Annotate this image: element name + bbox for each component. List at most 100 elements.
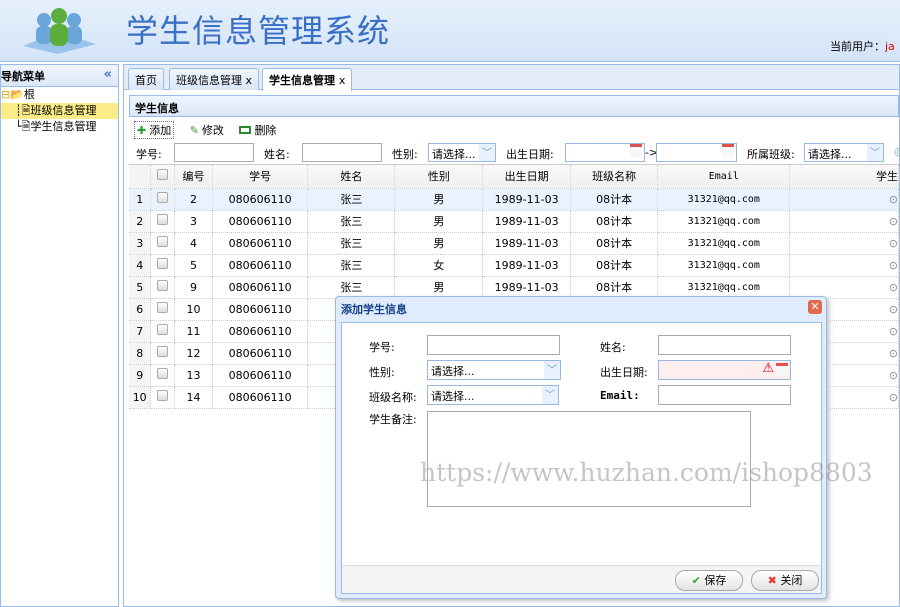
sex-select-value: 请选择...: [432, 148, 476, 161]
tab-class-info[interactable]: 班级信息管理 x: [169, 68, 259, 90]
class-select[interactable]: 请选择...﹀: [427, 385, 559, 405]
remark-label: 学生备注:: [369, 411, 417, 427]
row-checkbox[interactable]: [151, 298, 175, 320]
add-button[interactable]: ✚添加: [134, 121, 174, 139]
tab-home[interactable]: 首页: [128, 68, 164, 90]
table-row[interactable]: 12080606110张三男1989-11-0308计本31321@qq.com…: [129, 188, 899, 210]
name-input[interactable]: [658, 335, 791, 355]
sex-label: 性别:: [369, 364, 395, 380]
app-header: 学生信息管理系统 当前用户：ja: [0, 0, 900, 62]
delete-button[interactable]: 删除: [239, 122, 276, 138]
col-header[interactable]: 性别: [395, 165, 483, 188]
sex-search-select[interactable]: 请选择...﹀: [428, 143, 496, 162]
row-checkbox[interactable]: [151, 276, 175, 298]
cell-id: 9: [175, 276, 213, 298]
row-number: 9: [129, 364, 151, 386]
row-checkbox[interactable]: [151, 320, 175, 342]
delete-label: 删除: [254, 122, 276, 138]
birth-label: 出生日期:: [506, 146, 554, 162]
class-search-select[interactable]: 请选择...﹀: [804, 143, 884, 162]
cell-name: 张三: [308, 276, 395, 298]
birth-from-input[interactable]: [565, 143, 645, 162]
sno-input[interactable]: [427, 335, 560, 355]
cell-id: 3: [175, 210, 213, 232]
table-row[interactable]: 45080606110张三女1989-11-0308计本31321@qq.com…: [129, 254, 899, 276]
calendar-icon[interactable]: [776, 363, 788, 376]
close-tab-icon[interactable]: x: [339, 74, 346, 87]
plus-icon: ✚: [137, 124, 146, 137]
col-header[interactable]: 出生日期: [483, 165, 571, 188]
col-header[interactable]: 编号: [175, 165, 213, 188]
toolbar: ✚添加 ✎修改 删除: [134, 121, 288, 139]
row-checkbox[interactable]: [151, 210, 175, 232]
cell-birth: 1989-11-03: [483, 210, 571, 232]
remark-textarea[interactable]: [427, 411, 751, 507]
sex-select[interactable]: 请选择...﹀: [427, 360, 561, 380]
row-number: 7: [129, 320, 151, 342]
close-tab-icon[interactable]: x: [246, 74, 253, 87]
cell-birth: 1989-11-03: [483, 254, 571, 276]
row-number: 10: [129, 386, 151, 408]
cell-cls: 08计本: [570, 254, 657, 276]
cell-id: 2: [175, 188, 213, 210]
cell-email: 31321@qq.com: [658, 210, 790, 232]
row-checkbox[interactable]: [151, 364, 175, 386]
birth-input[interactable]: ⚠: [658, 360, 791, 380]
search-icon[interactable]: ◎: [894, 145, 900, 158]
sno-search-input[interactable]: [174, 143, 254, 162]
tree-root[interactable]: ⊟📂根: [1, 87, 118, 103]
cell-cls: 08计本: [570, 210, 657, 232]
col-header[interactable]: 学号: [212, 165, 307, 188]
collapse-icon[interactable]: «: [104, 67, 112, 82]
save-button[interactable]: ✔ 保存: [675, 570, 743, 591]
close-button[interactable]: ✖ 关闭: [751, 570, 819, 591]
cell-id: 11: [175, 320, 213, 342]
tab-label: 班级信息管理: [176, 74, 242, 87]
calendar-icon[interactable]: [630, 144, 642, 157]
calendar-icon[interactable]: [722, 144, 734, 157]
sidebar-header: 导航菜单«: [1, 65, 118, 87]
tab-label: 学生信息管理: [269, 74, 335, 87]
table-row[interactable]: 59080606110张三男1989-11-0308计本31321@qq.com…: [129, 276, 899, 298]
cell-email: 31321@qq.com: [658, 188, 790, 210]
table-row[interactable]: 23080606110张三男1989-11-0308计本31321@qq.com…: [129, 210, 899, 232]
col-header[interactable]: Email: [658, 165, 790, 188]
row-checkbox[interactable]: [151, 254, 175, 276]
tab-student-info[interactable]: 学生信息管理 x: [262, 68, 352, 91]
cell-cls: 08计本: [570, 232, 657, 254]
sno-label: 学号:: [369, 339, 395, 355]
user-name: ja: [885, 40, 895, 53]
close-icon[interactable]: ✕: [808, 300, 822, 314]
col-header[interactable]: 班级名称: [570, 165, 657, 188]
table-row[interactable]: 34080606110张三男1989-11-0308计本31321@qq.com…: [129, 232, 899, 254]
class-select-value: 请选择...: [808, 148, 852, 161]
row-checkbox[interactable]: [151, 342, 175, 364]
cell-birth: 1989-11-03: [483, 276, 571, 298]
cell-id: 5: [175, 254, 213, 276]
cell-email: 31321@qq.com: [658, 254, 790, 276]
row-checkbox[interactable]: [151, 188, 175, 210]
cell-name: 张三: [308, 188, 395, 210]
email-input[interactable]: [658, 385, 791, 405]
birth-to-input[interactable]: [656, 143, 737, 162]
sidebar-item-student-info[interactable]: └🗎学生信息管理: [1, 119, 118, 135]
cell-remark: ⊙: [790, 188, 899, 210]
edit-button[interactable]: ✎修改: [190, 122, 224, 138]
col-header[interactable]: 姓名: [308, 165, 395, 188]
folder-icon: ⊟📂: [1, 88, 24, 101]
cell-sno: 080606110: [212, 364, 307, 386]
cell-cls: 08计本: [570, 276, 657, 298]
row-number: 3: [129, 232, 151, 254]
cell-sno: 080606110: [212, 320, 307, 342]
row-checkbox[interactable]: [151, 232, 175, 254]
cell-id: 10: [175, 298, 213, 320]
cell-id: 4: [175, 232, 213, 254]
col-header[interactable]: 学生: [790, 165, 899, 188]
sidebar-item-class-info[interactable]: ┊🗎班级信息管理: [1, 103, 118, 119]
name-search-input[interactable]: [302, 143, 382, 162]
select-all-checkbox[interactable]: [151, 165, 175, 188]
sex-label: 性别:: [392, 146, 418, 162]
dialog-footer: ✔ 保存 ✖ 关闭: [341, 565, 822, 594]
row-checkbox[interactable]: [151, 386, 175, 408]
chevron-down-icon: ﹀: [544, 361, 560, 379]
